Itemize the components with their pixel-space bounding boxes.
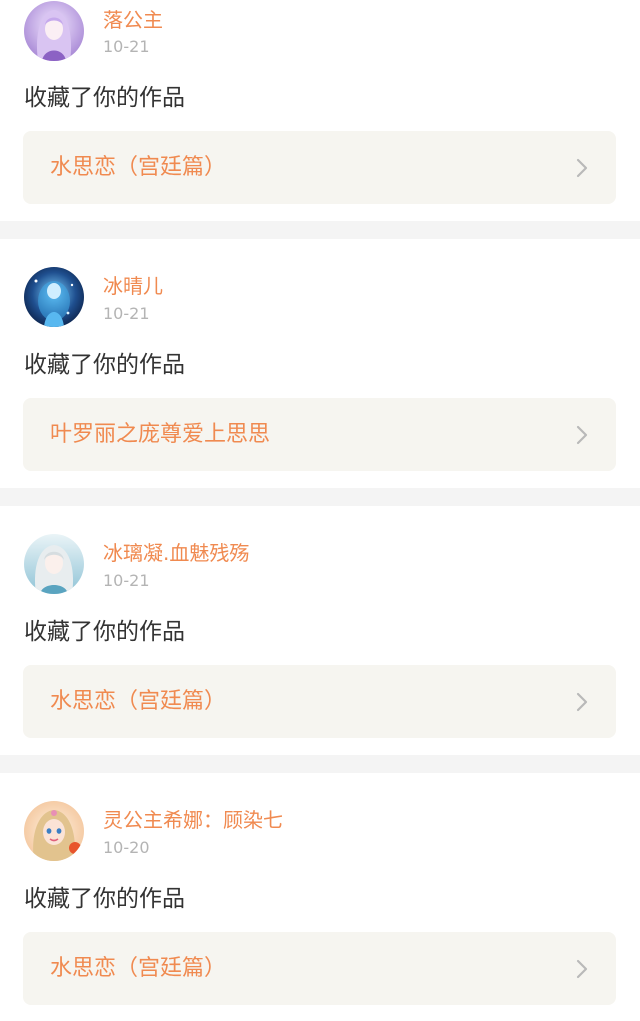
anime-girl-white-hair-avatar-icon [24, 534, 84, 594]
divider [0, 221, 640, 239]
timestamp: 10-21 [103, 571, 150, 590]
work-title: 水思恋（宫廷篇） [50, 956, 227, 981]
username[interactable]: 灵公主希娜：顾染七 [103, 808, 283, 832]
notification-card: 灵公主希娜：顾染七 10-20 收藏了你的作品 水思恋（宫廷篇） [0, 773, 640, 1021]
avatar[interactable] [24, 1, 84, 61]
work-title: 叶罗丽之庞尊爱上思思 [50, 422, 271, 447]
work-link[interactable]: 水思恋（宫廷篇） [23, 131, 616, 204]
action-text: 收藏了你的作品 [24, 85, 185, 111]
chevron-right-icon [576, 425, 588, 445]
chevron-right-icon [576, 158, 588, 178]
notification-card: 冰璃凝.血魅残殇 10-21 收藏了你的作品 水思恋（宫廷篇） [0, 506, 640, 755]
avatar[interactable] [24, 267, 84, 327]
work-title: 水思恋（宫廷篇） [50, 155, 227, 180]
chevron-right-icon [576, 959, 588, 979]
action-text: 收藏了你的作品 [24, 619, 185, 645]
doll-princess-avatar-icon [24, 801, 84, 861]
avatar[interactable] [24, 534, 84, 594]
avatar[interactable] [24, 801, 84, 861]
notification-card: 冰晴儿 10-21 收藏了你的作品 叶罗丽之庞尊爱上思思 [0, 239, 640, 488]
work-link[interactable]: 水思恋（宫廷篇） [23, 665, 616, 738]
action-text: 收藏了你的作品 [24, 352, 185, 378]
username[interactable]: 落公主 [103, 8, 163, 32]
timestamp: 10-20 [103, 838, 150, 857]
divider [0, 755, 640, 773]
divider [0, 488, 640, 506]
work-link[interactable]: 叶罗丽之庞尊爱上思思 [23, 398, 616, 471]
anime-girl-purple-avatar-icon [24, 1, 84, 61]
timestamp: 10-21 [103, 304, 150, 323]
work-title: 水思恋（宫廷篇） [50, 689, 227, 714]
chevron-right-icon [576, 692, 588, 712]
timestamp: 10-21 [103, 37, 150, 56]
anime-girl-blue-avatar-icon [24, 267, 84, 327]
username[interactable]: 冰晴儿 [103, 274, 163, 298]
notification-feed: 落公主 10-21 收藏了你的作品 水思恋（宫廷篇） 冰晴儿 10-21 收藏了… [0, 0, 640, 1021]
username[interactable]: 冰璃凝.血魅残殇 [103, 541, 249, 565]
work-link[interactable]: 水思恋（宫廷篇） [23, 932, 616, 1005]
notification-card: 落公主 10-21 收藏了你的作品 水思恋（宫廷篇） [0, 0, 640, 221]
action-text: 收藏了你的作品 [24, 886, 185, 912]
